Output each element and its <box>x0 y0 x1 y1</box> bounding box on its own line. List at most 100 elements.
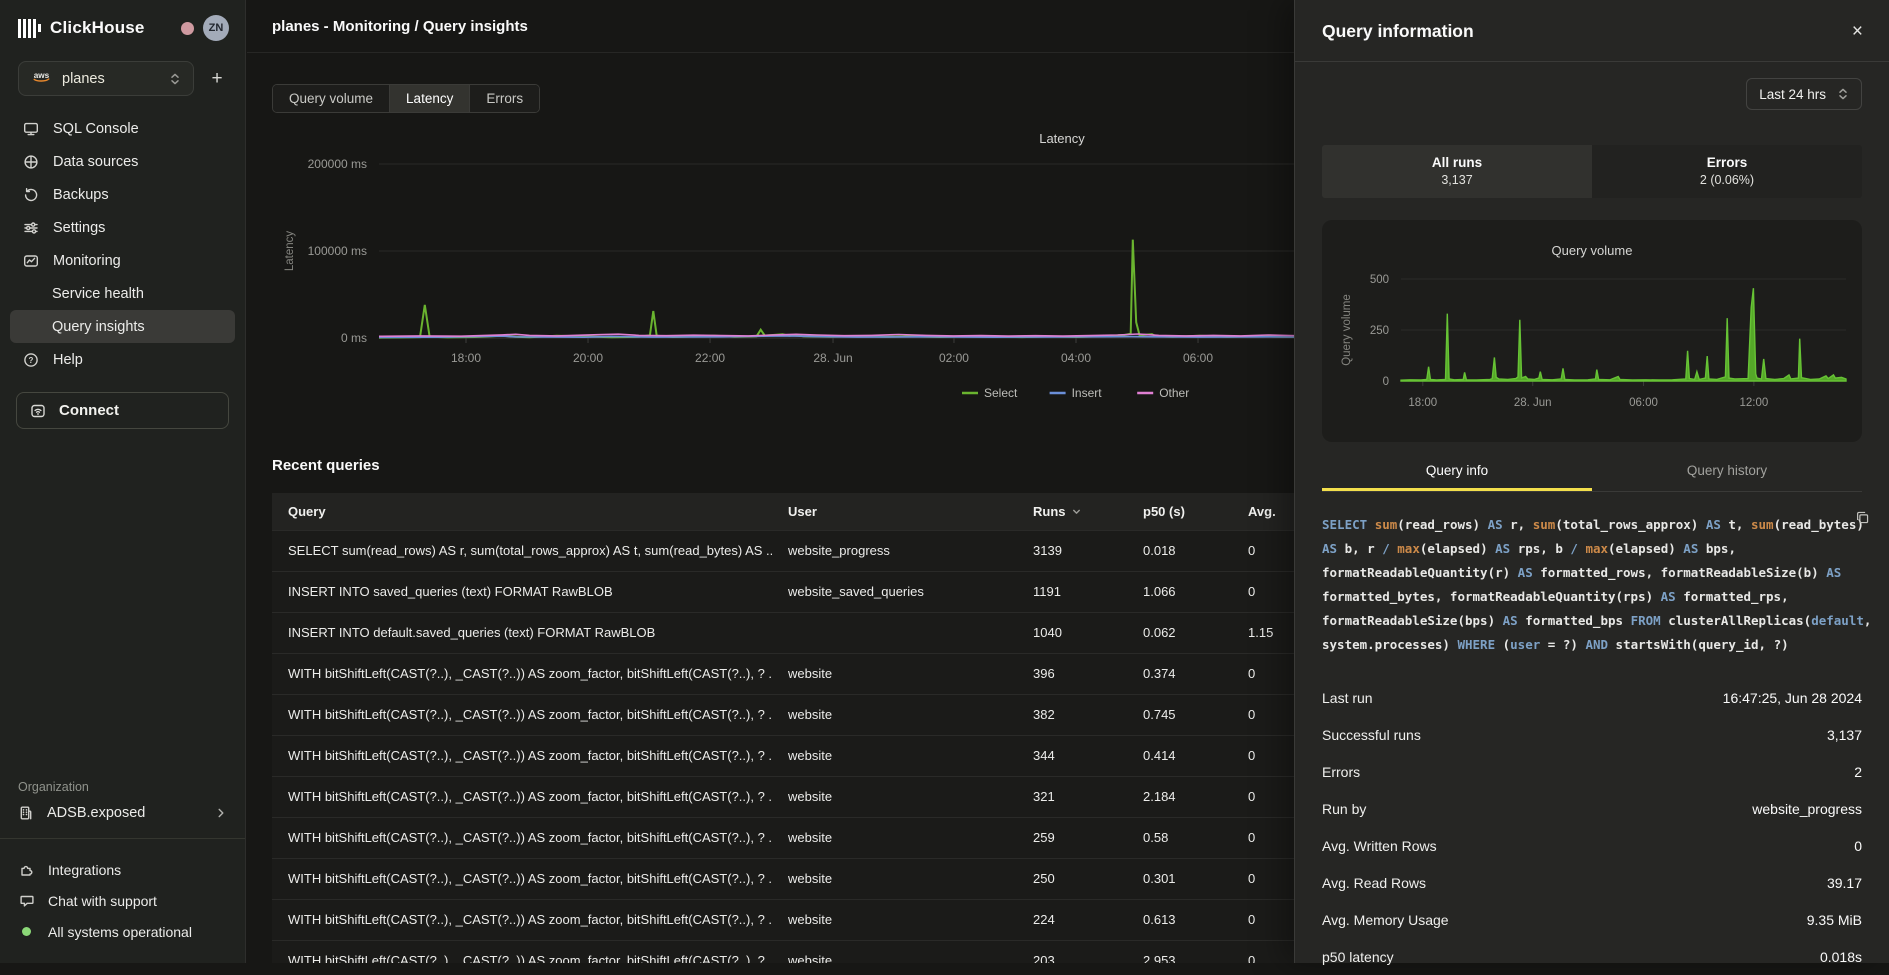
panel-tab-query-info[interactable]: Query info <box>1322 451 1592 491</box>
settings-icon <box>23 220 40 236</box>
copy-icon[interactable] <box>1855 509 1870 533</box>
sql-line: AS b, r / max(elapsed) AS rps, b / max(e… <box>1322 537 1862 561</box>
stat-label: Avg. Read Rows <box>1322 875 1426 891</box>
stat-value: 39.17 <box>1827 875 1862 891</box>
panel-tab-query-history[interactable]: Query history <box>1592 451 1862 491</box>
sidebar-item-query-insights[interactable]: Query insights <box>10 310 235 343</box>
tab-latency[interactable]: Latency <box>389 85 469 112</box>
y-tick-label: 0 <box>1383 376 1389 388</box>
cell-runs: 382 <box>1017 694 1127 735</box>
recent-queries-heading: Recent queries <box>272 457 380 474</box>
cell-runs: 321 <box>1017 776 1127 817</box>
cell-runs: 250 <box>1017 858 1127 899</box>
service-health-dot-icon[interactable] <box>181 22 194 35</box>
svg-text:?: ? <box>29 355 34 364</box>
connect-label: Connect <box>59 402 119 419</box>
add-service-button[interactable]: + <box>205 68 229 90</box>
sql-line: formatReadableQuantity(r) AS formatted_r… <box>1322 561 1862 585</box>
sidebar-item-label: Monitoring <box>53 253 121 269</box>
chevron-updown-icon <box>1837 87 1849 101</box>
chart-title: Query volume <box>1552 243 1633 258</box>
cell-query: WITH bitShiftLeft(CAST(?..), _CAST(?..))… <box>272 817 772 858</box>
query-volume-chart: Query volumeQuery volume025050018:0028. … <box>1322 220 1863 442</box>
stat-value: 3,137 <box>1827 727 1862 743</box>
organization-icon <box>18 805 34 821</box>
legend-item-other[interactable]: Other <box>1137 386 1189 400</box>
summary-tab-all-runs[interactable]: All runs3,137 <box>1322 145 1592 198</box>
stat-row-avg-written-rows: Avg. Written Rows0 <box>1322 827 1862 864</box>
sidebar-item-label: Settings <box>53 220 105 236</box>
service-selector[interactable]: aws planes <box>18 61 194 96</box>
cell-user: website <box>772 899 1017 940</box>
sidebar-item-sql-console[interactable]: SQL Console <box>10 112 235 145</box>
x-tick-label: 06:00 <box>1629 397 1658 409</box>
page-title: planes - Monitoring / Query insights <box>272 18 528 35</box>
panel-title: Query information <box>1322 21 1474 42</box>
cell-query: WITH bitShiftLeft(CAST(?..), _CAST(?..))… <box>272 899 772 940</box>
time-range-select[interactable]: Last 24 hrs <box>1746 78 1862 110</box>
cell-user: website_saved_queries <box>772 571 1017 612</box>
y-tick-label: 250 <box>1370 325 1389 337</box>
summary-tab-errors[interactable]: Errors2 (0.06%) <box>1592 145 1862 198</box>
x-tick-label: 28. Jun <box>813 351 852 365</box>
x-tick-label: 12:00 <box>1739 397 1768 409</box>
cell-p50: 1.066 <box>1127 571 1232 612</box>
sidebar-item-monitoring[interactable]: Monitoring <box>10 244 235 277</box>
cell-p50: 0.018 <box>1127 530 1232 571</box>
cell-query: SELECT sum(read_rows) AS r, sum(total_ro… <box>272 530 772 571</box>
summary-tab-label: Errors <box>1592 155 1862 170</box>
panel-tabs: Query infoQuery history <box>1322 451 1862 492</box>
monitoring-icon <box>23 253 40 269</box>
cell-p50: 0.58 <box>1127 817 1232 858</box>
close-icon[interactable]: × <box>1852 22 1863 41</box>
cell-runs: 259 <box>1017 817 1127 858</box>
cell-p50: 0.374 <box>1127 653 1232 694</box>
organization-row[interactable]: ADSB.exposed <box>18 805 229 821</box>
sidebar-item-help[interactable]: ?Help <box>10 343 235 376</box>
column-header-p50-s[interactable]: p50 (s) <box>1127 493 1232 530</box>
y-tick-label: 0 ms <box>341 331 367 345</box>
column-header-user[interactable]: User <box>772 493 1017 530</box>
stat-label: Errors <box>1322 764 1360 780</box>
connect-button[interactable]: Connect <box>16 392 229 429</box>
cell-user: website <box>772 817 1017 858</box>
stat-row-avg-read-rows: Avg. Read Rows 39.17 <box>1322 864 1862 901</box>
stat-value: 0.018s <box>1820 949 1862 965</box>
summary-tab-label: All runs <box>1322 155 1592 170</box>
cell-user <box>772 612 1017 653</box>
sidebar-item-service-health[interactable]: Service health <box>10 277 235 310</box>
tab-errors[interactable]: Errors <box>469 85 539 112</box>
footer-item-integrations[interactable]: Integrations <box>18 854 227 885</box>
stat-row-run-by: Run bywebsite_progress <box>1322 790 1862 827</box>
sidebar-item-data-sources[interactable]: Data sources <box>10 145 235 178</box>
cell-runs: 396 <box>1017 653 1127 694</box>
sidebar: ClickHouse ZN aws planes + SQL ConsoleDa… <box>0 0 246 963</box>
time-range-value: Last 24 hrs <box>1759 87 1826 102</box>
help-icon: ? <box>23 352 40 368</box>
user-avatar[interactable]: ZN <box>203 15 229 41</box>
column-header-query[interactable]: Query <box>272 493 772 530</box>
footer-item-chat-with-support[interactable]: Chat with support <box>18 885 227 916</box>
cell-p50: 0.613 <box>1127 899 1232 940</box>
legend-item-select[interactable]: Select <box>962 386 1018 400</box>
cell-query: WITH bitShiftLeft(CAST(?..), _CAST(?..))… <box>272 735 772 776</box>
stat-value: 16:47:25, Jun 28 2024 <box>1723 690 1862 706</box>
sql-line: system.processes) WHERE (user = ?) AND s… <box>1322 633 1862 657</box>
stat-value: 9.35 MiB <box>1807 912 1862 928</box>
legend-item-insert[interactable]: Insert <box>1050 386 1103 400</box>
footer-item-label: Integrations <box>48 862 121 878</box>
tab-query-volume[interactable]: Query volume <box>273 85 389 112</box>
sidebar-item-label: Query insights <box>52 319 145 335</box>
cell-p50: 2.953 <box>1127 940 1232 963</box>
sidebar-item-label: Backups <box>53 187 109 203</box>
panel-body: Last 24 hrs All runs3,137Errors2 (0.06%)… <box>1295 78 1889 975</box>
console-icon <box>23 121 40 137</box>
footer-item-all-systems-operational[interactable]: All systems operational <box>18 916 227 947</box>
sidebar-item-settings[interactable]: Settings <box>10 211 235 244</box>
sidebar-item-backups[interactable]: Backups <box>10 178 235 211</box>
cell-user: website <box>772 735 1017 776</box>
sql-query-block: SELECT sum(read_rows) AS r, sum(total_ro… <box>1322 513 1862 657</box>
chevron-updown-icon <box>169 72 181 86</box>
query-volume-card: Query volumeQuery volume025050018:0028. … <box>1322 220 1862 442</box>
column-header-runs[interactable]: Runs <box>1017 493 1127 530</box>
